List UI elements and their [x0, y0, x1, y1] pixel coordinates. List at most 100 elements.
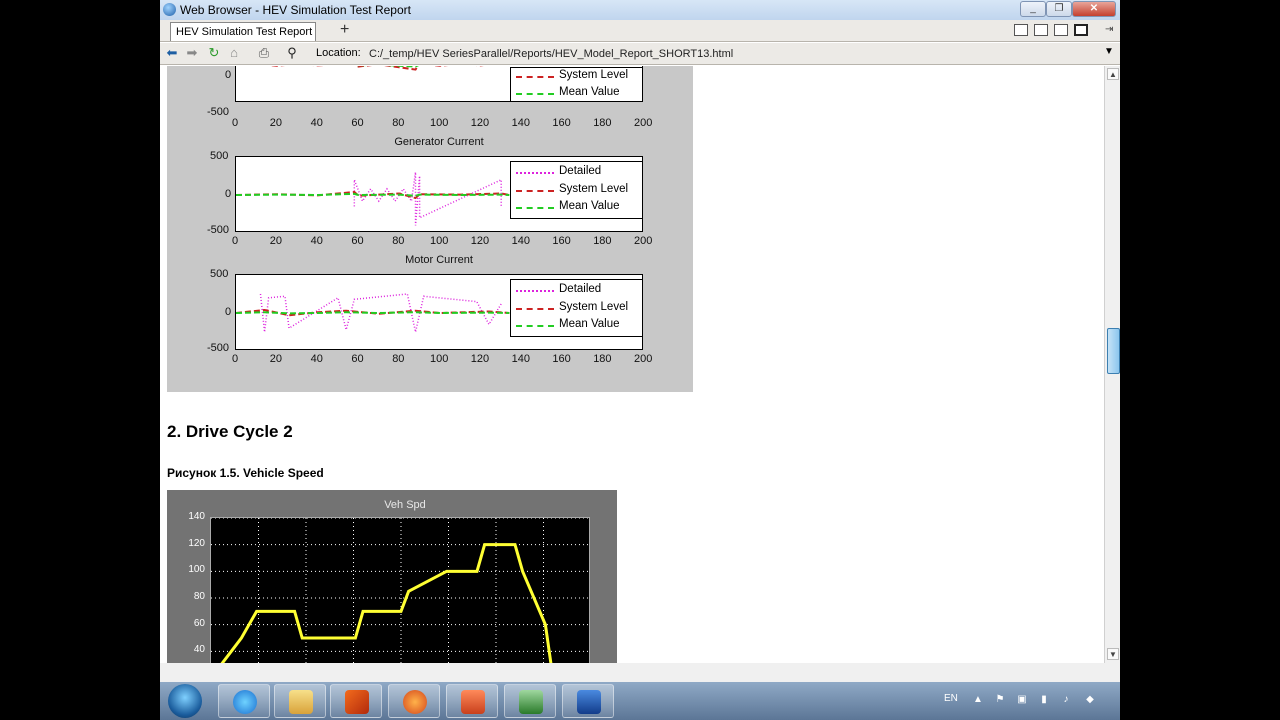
series-line-vehicle-speed	[220, 543, 553, 663]
veh-spd-title: Veh Spd	[384, 499, 426, 511]
xtick-label: 100	[430, 353, 449, 365]
legend-label: Mean Value	[559, 318, 620, 330]
xtick-label: 20	[269, 353, 283, 365]
legend-label: Mean Value	[559, 86, 620, 98]
title-bar[interactable]: Web Browser - HEV Simulation Test Report…	[160, 0, 1120, 20]
ytick-label: 500	[210, 268, 229, 280]
xtick-label: 60	[351, 117, 364, 129]
vertical-scrollbar[interactable]: ▲ ▼	[1104, 66, 1120, 663]
network-icon[interactable]: ▮	[1038, 694, 1050, 706]
xtick-label: 200	[634, 117, 653, 129]
vehicle-speed-figure: Veh Spd 140 120 100 80 60 40	[167, 490, 617, 663]
legend-label: System Level	[559, 69, 629, 81]
scroll-down-arrow[interactable]: ▼	[1107, 648, 1119, 660]
plot-motor-current: Detailed System Level Mean Value	[235, 274, 643, 350]
legend-item-system-level: System Level	[514, 68, 642, 85]
new-tab-button[interactable]: +	[340, 21, 349, 39]
current-figure: System Level Mean Value 0 -500 0 20 40 60 80…	[167, 66, 693, 392]
report-content: System Level Mean Value 0 -500 0 20 40 60 80…	[160, 66, 1104, 663]
xtick-label: 180	[593, 235, 612, 247]
xtick-label: 40	[310, 235, 323, 247]
location-label: Location:	[316, 47, 361, 59]
xtick-label: 20	[269, 117, 283, 129]
legend-motor: Detailed System Level Mean Value	[510, 279, 642, 337]
xtick-label: 160	[552, 235, 571, 247]
find-icon[interactable]: ⚲	[284, 45, 300, 61]
network-taskbar-icon[interactable]	[504, 684, 556, 718]
xtick-label: 60	[351, 353, 364, 365]
layout-split-icon[interactable]	[1034, 24, 1048, 36]
legend-item-mean-value: Mean Value	[514, 85, 642, 101]
location-input[interactable]	[367, 45, 1112, 63]
volume-icon[interactable]: ♪	[1060, 694, 1072, 706]
xtick-label: 140	[511, 353, 530, 365]
xtick-label: 40	[310, 117, 323, 129]
location-dropdown-icon[interactable]: ▼	[1104, 46, 1114, 57]
restore-button[interactable]: ❐	[1046, 1, 1072, 17]
legend-top: System Level Mean Value	[510, 67, 642, 101]
legend-label: Mean Value	[559, 200, 620, 212]
language-indicator[interactable]: EN	[944, 693, 958, 704]
legend-item-detailed: Detailed	[514, 164, 642, 181]
ytick-label: 0	[225, 69, 232, 81]
firefox-taskbar-icon[interactable]	[388, 684, 440, 718]
legend-item-detailed: Detailed	[514, 282, 642, 299]
xtick-label: 20	[269, 235, 283, 247]
ytick-label: 140	[188, 511, 205, 522]
xtick-row-generator: 0 20 40 60 80 100 120 140 160 180 200	[167, 235, 693, 249]
action-center-icon[interactable]: ⚑	[994, 694, 1006, 706]
layout-rows-icon[interactable]	[1054, 24, 1068, 36]
window-title: Web Browser - HEV Simulation Test Report	[180, 3, 411, 17]
generator-current-title: Generator Current	[394, 136, 484, 148]
print-icon[interactable]: ⎙	[256, 45, 272, 61]
xtick-row-top: 0 20 40 60 80 100 120 140 160 180 200	[167, 117, 693, 131]
scroll-thumb[interactable]	[1107, 328, 1120, 374]
xtick-label: 180	[593, 117, 612, 129]
veh-spd-svg	[211, 518, 589, 663]
close-button[interactable]: ✕	[1072, 1, 1116, 17]
xtick-label: 200	[634, 235, 653, 247]
series-line-system-level	[269, 66, 484, 71]
scroll-up-arrow[interactable]: ▲	[1107, 68, 1119, 80]
windows-taskbar: EN ▲ ⚑ ▣ ▮ ♪ ◆	[160, 682, 1120, 720]
explorer-taskbar-icon[interactable]	[274, 684, 326, 718]
ytick-label: 0	[225, 306, 232, 318]
tab-bar: HEV Simulation Test Report + ⇥	[160, 20, 1120, 42]
start-button[interactable]	[168, 684, 202, 718]
xtick-row-motor: 0 20 40 60 80 100 120 140 160 180 200	[167, 353, 693, 367]
forward-icon[interactable]: ➡	[184, 45, 200, 61]
figure-caption: Рисунок 1.5. Vehicle Speed	[167, 466, 324, 480]
layout-single-icon[interactable]	[1074, 24, 1088, 36]
browser-window: Web Browser - HEV Simulation Test Report…	[160, 0, 1120, 720]
motor-current-title: Motor Current	[405, 254, 473, 266]
xtick-label: 160	[552, 117, 571, 129]
remote-taskbar-icon[interactable]	[562, 684, 614, 718]
ytick-label: 120	[188, 537, 205, 549]
xtick-label: 80	[392, 117, 405, 129]
home-icon[interactable]: ⌂	[226, 45, 242, 61]
back-icon[interactable]: ⬅	[164, 45, 180, 61]
legend-label: Detailed	[559, 283, 602, 295]
matlab-taskbar-icon[interactable]	[330, 684, 382, 718]
xtick-label: 120	[470, 117, 490, 129]
legend-label: System Level	[559, 183, 629, 195]
app-tray-icon[interactable]: ◆	[1084, 694, 1096, 706]
legend-item-mean-value: Mean Value	[514, 317, 642, 334]
ie-taskbar-icon[interactable]	[218, 684, 270, 718]
series-line-mean-value	[236, 311, 510, 315]
powerpoint-taskbar-icon[interactable]	[446, 684, 498, 718]
hardware-icon[interactable]: ▣	[1016, 694, 1028, 706]
status-strip	[160, 663, 1120, 682]
tray-expand-icon[interactable]: ▲	[972, 694, 984, 706]
legend-item-system-level: System Level	[514, 300, 642, 317]
layout-columns-icon[interactable]	[1014, 24, 1028, 36]
refresh-icon[interactable]: ↻	[206, 45, 222, 61]
ytick-label: 0	[225, 188, 232, 200]
ytick-label: 60	[193, 617, 205, 629]
tab-hev-report[interactable]: HEV Simulation Test Report	[170, 22, 316, 41]
series-line-detailed	[353, 172, 502, 226]
tab-menu-icon[interactable]: ⇥	[1105, 24, 1113, 35]
xtick-label: 200	[634, 353, 653, 365]
xtick-label: 40	[310, 353, 323, 365]
minimize-button[interactable]: _	[1020, 1, 1046, 17]
